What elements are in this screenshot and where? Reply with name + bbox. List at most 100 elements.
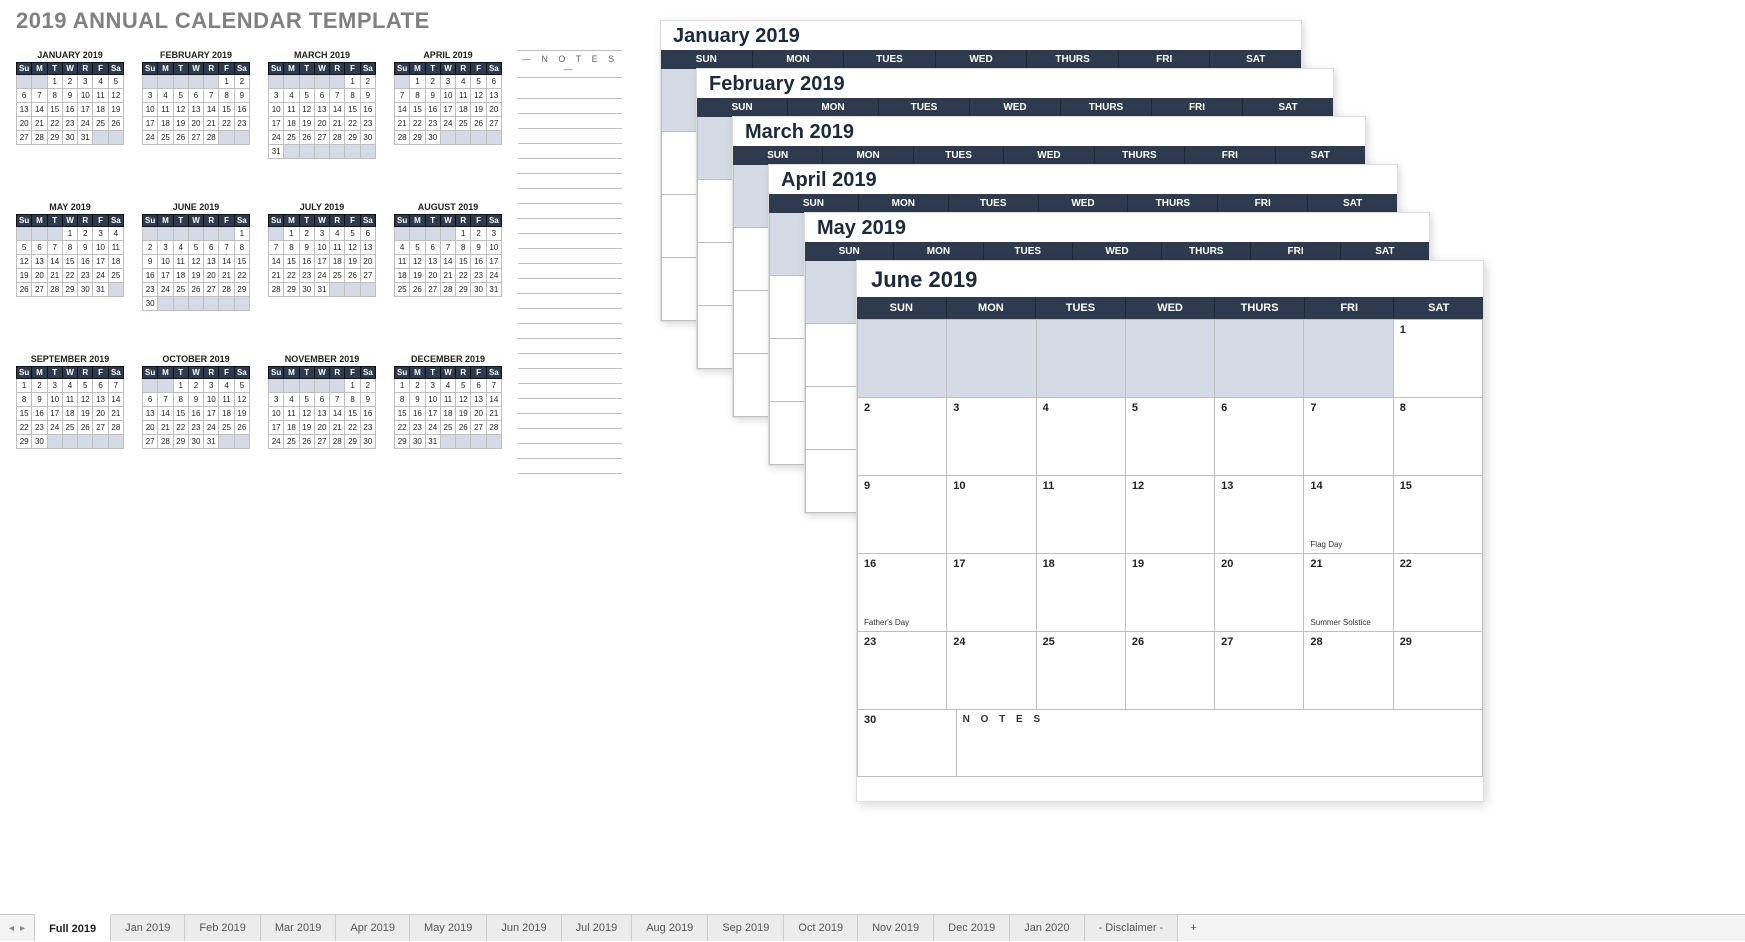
calendar-day-cell[interactable] bbox=[1037, 320, 1126, 398]
sheet-tab[interactable]: Feb 2019 bbox=[185, 915, 260, 941]
calendar-day-cell[interactable] bbox=[947, 320, 1036, 398]
notes-line[interactable] bbox=[518, 459, 622, 474]
sheet-tab[interactable]: Jan 2019 bbox=[111, 915, 185, 941]
notes-line[interactable] bbox=[518, 144, 622, 159]
calendar-day-cell[interactable]: 13 bbox=[1215, 476, 1304, 554]
calendar-day-cell[interactable]: 29 bbox=[1394, 632, 1483, 710]
calendar-day-cell[interactable]: 3 bbox=[947, 398, 1036, 476]
mini-month-grid: JANUARY 2019SuMTWRFSa1234567891011121314… bbox=[16, 50, 502, 474]
sheet-tab[interactable]: Nov 2019 bbox=[858, 915, 934, 941]
calendar-day-cell[interactable]: 17 bbox=[947, 554, 1036, 632]
calendar-day-cell[interactable]: 27 bbox=[1215, 632, 1304, 710]
calendar-day-cell[interactable]: 22 bbox=[1394, 554, 1483, 632]
calendar-day-cell[interactable] bbox=[857, 320, 947, 398]
notes-line[interactable] bbox=[518, 414, 622, 429]
calendar-day-cell[interactable]: 18 bbox=[1037, 554, 1126, 632]
mini-month: NOVEMBER 2019SuMTWRFSa123456789101112131… bbox=[268, 354, 376, 474]
notes-line[interactable] bbox=[518, 354, 622, 369]
calendar-day-cell[interactable]: 15 bbox=[1394, 476, 1483, 554]
calendar-day-cell[interactable]: 8 bbox=[1394, 398, 1483, 476]
calendar-day-cell[interactable]: 10 bbox=[947, 476, 1036, 554]
calendar-day-cell[interactable]: 21Summer Solstice bbox=[1304, 554, 1393, 632]
sheet-tab[interactable]: - Disclaimer - bbox=[1085, 915, 1179, 941]
calendar-day-cell[interactable]: 5 bbox=[1126, 398, 1215, 476]
calendar-day-cell[interactable] bbox=[1126, 320, 1215, 398]
add-sheet-button[interactable]: + bbox=[1178, 915, 1208, 941]
notes-line[interactable] bbox=[518, 384, 622, 399]
notes-line[interactable] bbox=[518, 159, 622, 174]
calendar-day-cell[interactable]: 19 bbox=[1126, 554, 1215, 632]
notes-line[interactable] bbox=[518, 204, 622, 219]
sheet-tab[interactable]: Mar 2019 bbox=[261, 915, 336, 941]
calendar-day-cell[interactable]: 7 bbox=[1304, 398, 1393, 476]
calendar-day-cell[interactable]: 6 bbox=[1215, 398, 1304, 476]
sheet-tab[interactable]: Jun 2019 bbox=[487, 915, 561, 941]
calendar-day-cell[interactable]: 24 bbox=[947, 632, 1036, 710]
calendar-day-cell[interactable]: 1 bbox=[1394, 320, 1483, 398]
notes-line[interactable] bbox=[518, 429, 622, 444]
calendar-day-cell[interactable] bbox=[1304, 320, 1393, 398]
mini-month-title: AUGUST 2019 bbox=[394, 202, 502, 214]
notes-line[interactable] bbox=[518, 369, 622, 384]
calendar-day-cell[interactable]: 4 bbox=[1037, 398, 1126, 476]
calendar-day-cell[interactable]: 20 bbox=[1215, 554, 1304, 632]
calendar-day-cell[interactable]: 12 bbox=[1126, 476, 1215, 554]
calendar-day-cell[interactable]: 23 bbox=[857, 632, 947, 710]
notes-line[interactable] bbox=[518, 324, 622, 339]
notes-line[interactable] bbox=[518, 444, 622, 459]
calendar-day-cell[interactable]: 26 bbox=[1126, 632, 1215, 710]
mini-month: DECEMBER 2019SuMTWRFSa123456789101112131… bbox=[394, 354, 502, 474]
mini-month: FEBRUARY 2019SuMTWRFSa123456789101112131… bbox=[142, 50, 250, 184]
notes-column: — N O T E S — bbox=[518, 50, 622, 474]
annual-overview: JANUARY 2019SuMTWRFSa1234567891011121314… bbox=[16, 50, 622, 474]
mini-month-title: JUNE 2019 bbox=[142, 202, 250, 214]
calendar-day-cell[interactable]: 11 bbox=[1037, 476, 1126, 554]
tab-navigation: ◂ ▸ bbox=[0, 915, 35, 941]
sheet-tab[interactable]: Jul 2019 bbox=[562, 915, 633, 941]
mini-month: APRIL 2019SuMTWRFSa123456789101112131415… bbox=[394, 50, 502, 184]
notes-line[interactable] bbox=[518, 99, 622, 114]
calendar-day-cell[interactable]: 2 bbox=[857, 398, 947, 476]
notes-line[interactable] bbox=[518, 339, 622, 354]
notes-line[interactable] bbox=[518, 264, 622, 279]
calendar-day-cell[interactable]: 30 bbox=[857, 710, 957, 776]
notes-line[interactable] bbox=[518, 309, 622, 324]
sheet-tab[interactable]: Oct 2019 bbox=[784, 915, 858, 941]
stacked-page-title: April 2019 bbox=[769, 165, 1397, 194]
notes-line[interactable] bbox=[518, 279, 622, 294]
calendar-event-label: Father's Day bbox=[864, 618, 909, 627]
sheet-tab[interactable]: Apr 2019 bbox=[336, 915, 410, 941]
notes-line[interactable] bbox=[518, 84, 622, 99]
sheet-tabs: Full 2019Jan 2019Feb 2019Mar 2019Apr 201… bbox=[35, 915, 1178, 941]
mini-month-title: JANUARY 2019 bbox=[16, 50, 124, 62]
notes-line[interactable] bbox=[518, 189, 622, 204]
calendar-day-cell[interactable]: 25 bbox=[1037, 632, 1126, 710]
calendar-day-cell[interactable] bbox=[1215, 320, 1304, 398]
sheet-tab[interactable]: Aug 2019 bbox=[632, 915, 708, 941]
mini-month: MARCH 2019SuMTWRFSa123456789101112131415… bbox=[268, 50, 376, 184]
month-notes-area[interactable]: N O T E S bbox=[957, 710, 1483, 776]
sheet-tab[interactable]: Full 2019 bbox=[35, 914, 111, 941]
sheet-tab[interactable]: Jan 2020 bbox=[1010, 915, 1084, 941]
notes-line[interactable] bbox=[518, 174, 622, 189]
sheet-tab[interactable]: May 2019 bbox=[410, 915, 487, 941]
notes-line[interactable] bbox=[518, 114, 622, 129]
notes-line[interactable] bbox=[518, 249, 622, 264]
calendar-day-cell[interactable]: 14Flag Day bbox=[1304, 476, 1393, 554]
stacked-page-title: May 2019 bbox=[805, 213, 1429, 242]
tab-next-icon[interactable]: ▸ bbox=[17, 923, 28, 934]
notes-line[interactable] bbox=[518, 234, 622, 249]
tab-prev-icon[interactable]: ◂ bbox=[6, 923, 17, 934]
mini-month: JULY 2019SuMTWRFSa1234567891011121314151… bbox=[268, 202, 376, 336]
notes-line[interactable] bbox=[518, 399, 622, 414]
notes-line[interactable] bbox=[518, 294, 622, 309]
dow-header-bar: SUNMONTUESWEDTHURSFRISAT bbox=[697, 98, 1333, 117]
calendar-day-cell[interactable]: 28 bbox=[1304, 632, 1393, 710]
calendar-day-cell[interactable]: 9 bbox=[857, 476, 947, 554]
sheet-tab[interactable]: Dec 2019 bbox=[934, 915, 1010, 941]
calendar-event-label: Flag Day bbox=[1310, 540, 1342, 549]
sheet-tab[interactable]: Sep 2019 bbox=[708, 915, 784, 941]
calendar-day-cell[interactable]: 16Father's Day bbox=[857, 554, 947, 632]
notes-line[interactable] bbox=[518, 219, 622, 234]
notes-line[interactable] bbox=[518, 129, 622, 144]
